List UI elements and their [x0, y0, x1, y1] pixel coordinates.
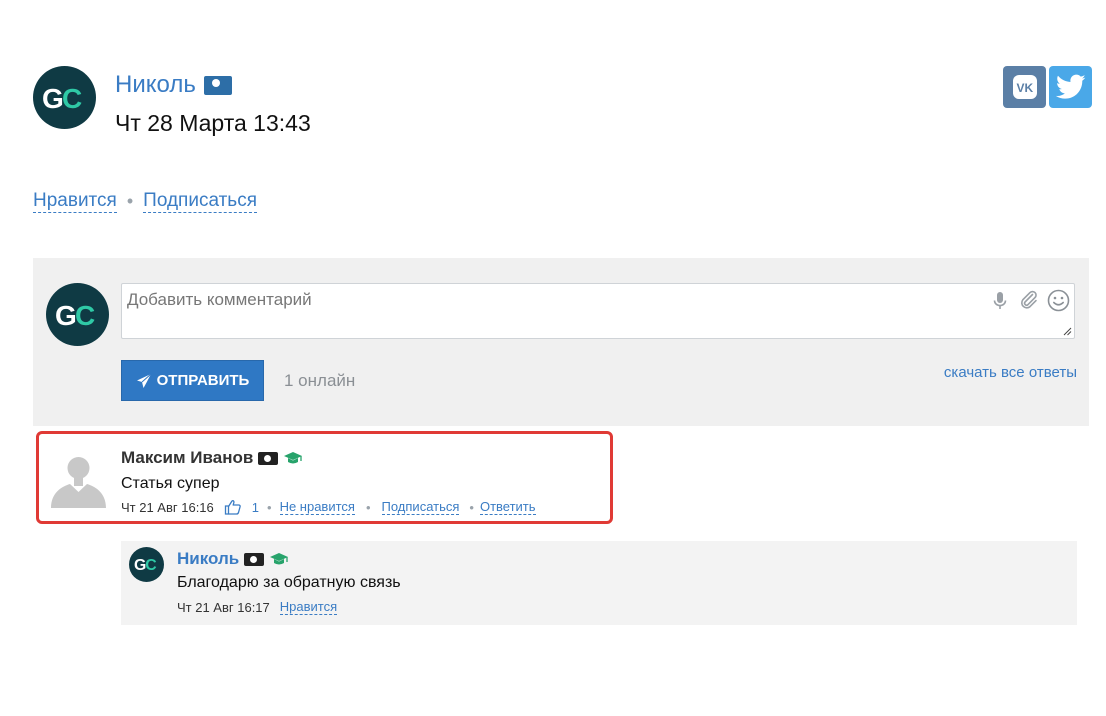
composer-avatar: G C [46, 283, 109, 346]
separator-dot: • [469, 499, 474, 515]
comment-meta: Чт 21 Авг 16:16 1 • Не нравится • Подпис… [121, 499, 536, 515]
paperclip-icon[interactable] [1019, 290, 1039, 310]
send-button[interactable]: ОТПРАВИТЬ [121, 360, 264, 401]
thumbs-up-icon[interactable] [224, 499, 242, 515]
reply-avatar[interactable]: G C [129, 547, 164, 582]
separator-dot: • [267, 499, 272, 515]
reply-text: Благодарю за обратную связь [177, 574, 401, 591]
comment-textarea[interactable]: Добавить комментарий [121, 283, 1075, 339]
comment-author[interactable]: Максим Иванов [121, 448, 253, 468]
reply-meta: Чт 21 Авг 16:17 Нравится [177, 599, 338, 615]
reply-link[interactable]: Ответить [479, 499, 536, 515]
graduation-cap-icon [270, 553, 289, 565]
author-avatar[interactable]: G C [33, 66, 96, 129]
gc-logo-icon: G C [134, 557, 157, 573]
money-icon [258, 451, 279, 465]
separator-dot: • [365, 499, 371, 515]
twitter-icon [1055, 74, 1085, 99]
gc-logo-icon: G C [42, 83, 82, 113]
svg-text:C: C [62, 83, 82, 113]
comment-header: Максим Иванов [121, 448, 303, 468]
reply-date: Чт 21 Авг 16:17 [177, 599, 270, 615]
reply-item: G C Николь Благодарю за обратную связь Ч… [121, 541, 1077, 625]
reply-author[interactable]: Николь [177, 549, 239, 569]
svg-text:G: G [42, 83, 64, 113]
microphone-icon[interactable] [992, 291, 1008, 311]
send-button-label: ОТПРАВИТЬ [156, 372, 250, 389]
comment-date: Чт 21 Авг 16:16 [121, 499, 214, 515]
resize-handle-icon[interactable] [1063, 327, 1072, 336]
dislike-link[interactable]: Не нравится [279, 499, 355, 515]
money-icon [203, 75, 232, 95]
vk-icon: VK [1012, 75, 1037, 99]
post-date: Чт 28 Марта 13:43 [115, 110, 311, 136]
svg-text:C: C [75, 300, 95, 330]
gc-logo-icon: G C [55, 300, 95, 330]
separator-dot: • [126, 191, 134, 211]
twitter-share-button[interactable] [1049, 66, 1092, 108]
default-user-icon [51, 457, 106, 508]
svg-text:G: G [134, 557, 146, 573]
comment-item: Максим Иванов Статья супер Чт 21 Авг 16:… [36, 431, 613, 524]
comment-text: Статья супер [121, 475, 220, 492]
svg-text:C: C [145, 557, 156, 573]
like-count: 1 [251, 499, 259, 515]
post-actions: Нравится • Подписаться [33, 190, 257, 213]
money-icon [244, 552, 265, 566]
vk-share-button[interactable]: VK [1003, 66, 1046, 108]
author-name[interactable]: Николь [115, 71, 196, 99]
subscribe-link[interactable]: Подписаться [143, 190, 257, 213]
author-name-row: Николь [115, 70, 232, 100]
graduation-cap-icon [284, 452, 303, 464]
paper-plane-icon [136, 373, 151, 388]
svg-text:G: G [55, 300, 77, 330]
reply-header: Николь [177, 549, 289, 569]
like-link[interactable]: Нравится [33, 190, 117, 213]
comment-subscribe-link[interactable]: Подписаться [381, 499, 460, 515]
smiley-icon[interactable] [1047, 289, 1070, 312]
comment-composer: G C Добавить комментарий ОТПРАВИТЬ 1 онл… [33, 258, 1089, 426]
online-count: 1 онлайн [284, 371, 356, 390]
reply-like-link[interactable]: Нравится [279, 599, 338, 615]
svg-text:VK: VK [1016, 81, 1033, 95]
comment-placeholder: Добавить комментарий [127, 290, 312, 309]
download-all-link[interactable]: скачать все ответы [944, 364, 1077, 381]
user-avatar[interactable] [48, 447, 109, 508]
